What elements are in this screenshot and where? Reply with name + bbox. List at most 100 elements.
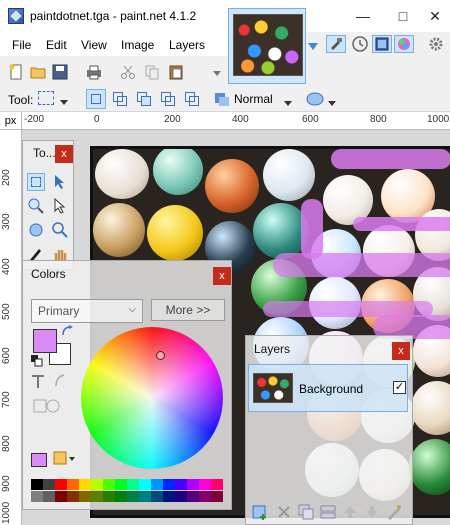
palette-swatch[interactable] bbox=[31, 479, 43, 490]
text-tool-icon[interactable] bbox=[31, 375, 45, 392]
selection-mode-xor-button[interactable] bbox=[182, 89, 202, 109]
palette-swatch[interactable] bbox=[115, 491, 127, 502]
palette-swatch[interactable] bbox=[91, 491, 103, 502]
palette-swatch[interactable] bbox=[139, 479, 151, 490]
palette-swatch[interactable] bbox=[55, 491, 67, 502]
palette-swatch[interactable] bbox=[67, 479, 79, 490]
palette-swatch[interactable] bbox=[187, 479, 199, 490]
palette-swatch[interactable] bbox=[55, 479, 67, 490]
palette-swatch[interactable] bbox=[127, 479, 139, 490]
add-to-palette-icon[interactable] bbox=[31, 453, 47, 467]
more-colors-button[interactable]: More >> bbox=[151, 299, 225, 321]
cut-icon[interactable] bbox=[120, 64, 136, 80]
minimize-button[interactable]: — bbox=[348, 4, 378, 28]
palette-swatch[interactable] bbox=[211, 479, 223, 490]
tools-panel-title: To... bbox=[33, 146, 56, 160]
palette-swatch[interactable] bbox=[103, 491, 115, 502]
palette-swatch[interactable] bbox=[79, 479, 91, 490]
layers-panel-title: Layers bbox=[254, 342, 291, 356]
selection-mode-exclude-button[interactable] bbox=[134, 89, 154, 109]
selection-mode-replace-button[interactable] bbox=[86, 89, 106, 109]
menu-view[interactable]: View bbox=[81, 38, 107, 52]
colors-window-icon[interactable] bbox=[394, 35, 414, 53]
tools-window-icon[interactable] bbox=[326, 35, 346, 53]
antialiasing-caret-icon[interactable] bbox=[328, 96, 336, 110]
layers-window-icon[interactable] bbox=[372, 35, 392, 53]
menu-layers[interactable]: Layers bbox=[169, 38, 205, 52]
tab-list-dropdown-icon[interactable] bbox=[308, 40, 318, 58]
layer-visibility-checkbox[interactable]: ✓ bbox=[393, 381, 406, 394]
add-layer-icon[interactable] bbox=[252, 504, 268, 520]
antialiasing-icon[interactable] bbox=[306, 91, 324, 110]
copy-icon[interactable] bbox=[144, 64, 160, 80]
palette-swatch[interactable] bbox=[211, 491, 223, 502]
palette-swatch[interactable] bbox=[31, 491, 43, 502]
palette-swatch[interactable] bbox=[43, 491, 55, 502]
palette-swatch[interactable] bbox=[187, 491, 199, 502]
move-selection-icon[interactable] bbox=[51, 197, 69, 215]
history-window-icon[interactable] bbox=[350, 35, 370, 53]
ruler-unit[interactable]: px bbox=[0, 112, 22, 130]
palette-swatch[interactable] bbox=[175, 491, 187, 502]
palette-swatch[interactable] bbox=[79, 491, 91, 502]
palette-swatch[interactable] bbox=[43, 479, 55, 490]
maximize-button[interactable]: □ bbox=[388, 4, 418, 28]
palette-swatch[interactable] bbox=[115, 479, 127, 490]
layers-panel-close-button[interactable]: x bbox=[392, 342, 410, 360]
selection-mode-intersect-button[interactable] bbox=[158, 89, 178, 109]
zoom-icon[interactable] bbox=[27, 197, 45, 215]
delete-layer-icon[interactable] bbox=[276, 504, 292, 520]
move-layer-up-icon[interactable] bbox=[342, 504, 358, 520]
colors-panel-close-button[interactable]: x bbox=[213, 267, 231, 285]
tool-chooser-dropdown-icon[interactable] bbox=[60, 95, 68, 109]
save-icon[interactable] bbox=[52, 64, 68, 80]
color-wheel-marker[interactable] bbox=[156, 351, 165, 360]
shapes-icon[interactable] bbox=[33, 397, 61, 418]
paste-icon[interactable] bbox=[168, 64, 184, 80]
palette-swatch[interactable] bbox=[151, 491, 163, 502]
magic-wand-icon[interactable] bbox=[27, 221, 45, 239]
toolbar-overflow-icon[interactable] bbox=[212, 67, 228, 83]
open-folder-icon[interactable] bbox=[30, 64, 46, 80]
layer-name: Background bbox=[299, 382, 364, 396]
merge-layer-icon[interactable] bbox=[320, 504, 336, 520]
layer-properties-icon[interactable] bbox=[386, 504, 402, 520]
color-wheel[interactable] bbox=[81, 327, 223, 469]
close-button[interactable]: ✕ bbox=[420, 4, 450, 28]
palette-swatch[interactable] bbox=[175, 479, 187, 490]
selection-mode-union-button[interactable] bbox=[110, 89, 130, 109]
palette-swatch[interactable] bbox=[67, 491, 79, 502]
palette-swatch[interactable] bbox=[163, 491, 175, 502]
palette-swatch[interactable] bbox=[199, 479, 211, 490]
palette-swatch[interactable] bbox=[91, 479, 103, 490]
palette-swatch[interactable] bbox=[139, 491, 151, 502]
rectangle-select-tool-icon[interactable] bbox=[38, 91, 54, 105]
palette-menu-icon[interactable] bbox=[53, 451, 75, 470]
layer-row[interactable]: Background ✓ bbox=[248, 364, 408, 412]
print-icon[interactable] bbox=[86, 64, 102, 80]
swap-colors-icon[interactable] bbox=[61, 325, 73, 340]
palette-swatch[interactable] bbox=[199, 491, 211, 502]
move-layer-down-icon[interactable] bbox=[364, 504, 380, 520]
menu-image[interactable]: Image bbox=[121, 38, 154, 52]
new-file-icon[interactable] bbox=[8, 64, 24, 80]
image-tab[interactable] bbox=[228, 8, 306, 84]
primary-color-swatch[interactable] bbox=[33, 329, 57, 353]
palette-swatch[interactable] bbox=[163, 479, 175, 490]
menu-file[interactable]: File bbox=[12, 38, 31, 52]
reset-colors-icon[interactable] bbox=[31, 355, 43, 370]
tools-panel-close-button[interactable]: x bbox=[55, 145, 73, 163]
palette-swatch[interactable] bbox=[103, 479, 115, 490]
move-selected-icon[interactable] bbox=[51, 173, 69, 191]
blend-mode-caret-icon[interactable] bbox=[284, 96, 292, 110]
palette-swatch[interactable] bbox=[127, 491, 139, 502]
blend-mode-dropdown[interactable]: Normal bbox=[234, 92, 273, 106]
palette-swatch[interactable] bbox=[151, 479, 163, 490]
recolor-icon[interactable] bbox=[53, 373, 67, 390]
magnifier-icon[interactable] bbox=[51, 221, 69, 239]
settings-gear-icon[interactable] bbox=[426, 35, 446, 53]
color-mode-select[interactable]: Primary ⌵ bbox=[31, 299, 143, 323]
rectangle-select-icon[interactable] bbox=[27, 173, 45, 191]
menu-edit[interactable]: Edit bbox=[46, 38, 67, 52]
duplicate-layer-icon[interactable] bbox=[298, 504, 314, 520]
